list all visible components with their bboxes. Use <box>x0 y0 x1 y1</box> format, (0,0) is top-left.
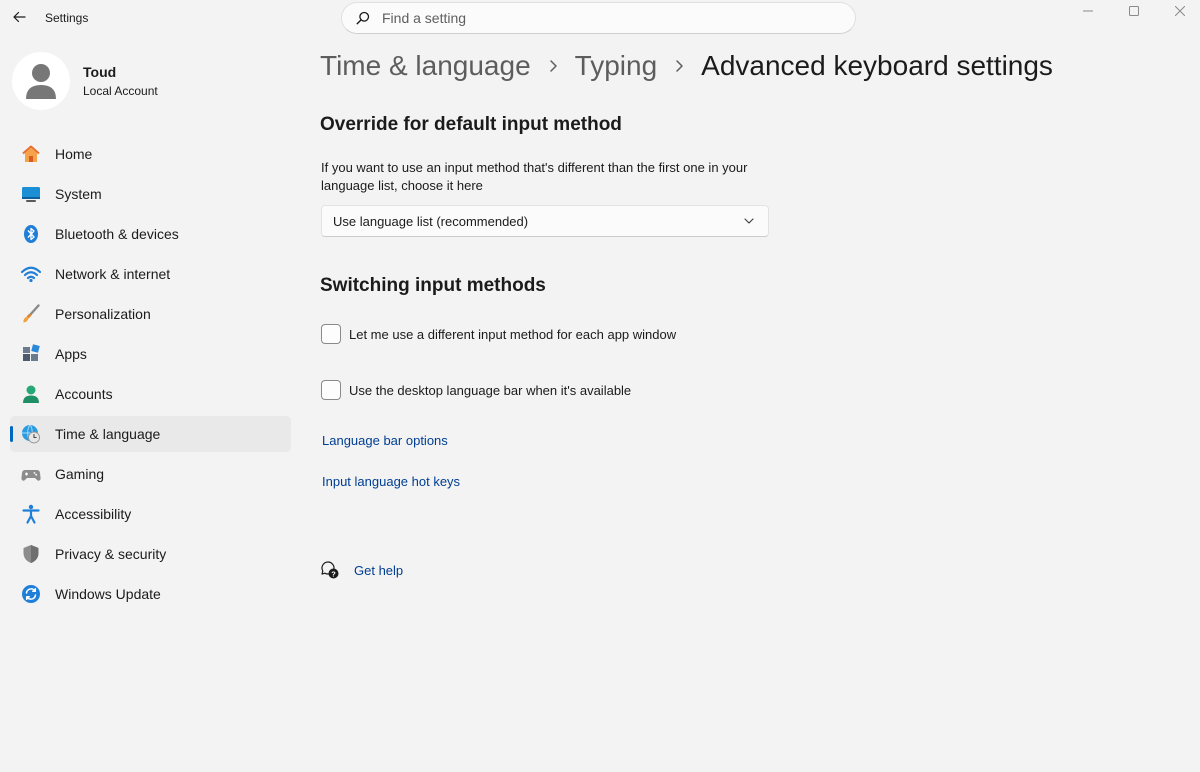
sidebar-item-home[interactable]: Home <box>10 136 291 172</box>
sidebar-item-label: Bluetooth & devices <box>55 226 179 242</box>
sidebar-item-personalization[interactable]: Personalization <box>10 296 291 332</box>
accessibility-icon <box>21 504 41 524</box>
bluetooth-icon <box>21 224 41 244</box>
input-language-hot-keys-link[interactable]: Input language hot keys <box>322 474 460 489</box>
sidebar-item-label: Network & internet <box>55 266 171 282</box>
sidebar-item-privacy[interactable]: Privacy & security <box>10 536 291 572</box>
search-input[interactable] <box>382 10 822 26</box>
sidebar-item-windows-update[interactable]: Windows Update <box>10 576 291 612</box>
title-bar: Settings <box>0 0 1200 36</box>
sidebar-item-label: System <box>55 186 102 202</box>
sidebar-item-label: Privacy & security <box>55 546 167 562</box>
search-box[interactable] <box>341 2 856 34</box>
breadcrumb-typing[interactable]: Typing <box>575 50 658 82</box>
profile-name: Toud <box>83 64 117 80</box>
avatar <box>12 52 70 110</box>
checkbox-label: Use the desktop language bar when it's a… <box>349 382 632 398</box>
profile-account-type: Local Account <box>83 84 158 98</box>
override-section-title: Override for default input method <box>320 114 622 135</box>
dropdown-value: Use language list (recommended) <box>333 213 529 229</box>
app-title: Settings <box>45 11 89 25</box>
sidebar-item-label: Windows Update <box>55 586 161 602</box>
apps-icon <box>21 344 41 364</box>
sidebar-item-network[interactable]: Network & internet <box>10 256 291 292</box>
sidebar-item-label: Personalization <box>55 306 151 322</box>
breadcrumb-time-language[interactable]: Time & language <box>320 50 531 82</box>
input-method-dropdown[interactable]: Use language list (recommended) <box>321 205 769 237</box>
chevron-right-icon <box>674 59 684 73</box>
update-icon <box>21 584 41 604</box>
minimize-icon <box>1083 10 1093 12</box>
time-language-icon <box>21 424 41 444</box>
sidebar-item-bluetooth[interactable]: Bluetooth & devices <box>10 216 291 252</box>
sidebar-item-label: Apps <box>55 346 87 362</box>
wifi-icon <box>21 264 41 284</box>
sidebar-item-accessibility[interactable]: Accessibility <box>10 496 291 532</box>
user-profile[interactable]: Toud Local Account <box>12 52 158 110</box>
sidebar-item-label: Accessibility <box>55 506 132 522</box>
gamepad-icon <box>21 464 41 484</box>
override-description: If you want to use an input method that'… <box>321 160 748 193</box>
sidebar-item-gaming[interactable]: Gaming <box>10 456 291 492</box>
sidebar-item-label: Time & language <box>55 426 161 442</box>
sidebar-item-label: Home <box>55 146 93 162</box>
maximize-button[interactable] <box>1111 0 1157 22</box>
home-icon <box>21 144 41 164</box>
desktop-language-bar-option[interactable]: Use the desktop language bar when it's a… <box>321 380 631 400</box>
search-icon <box>354 9 372 27</box>
minimize-button[interactable] <box>1065 0 1111 22</box>
close-button[interactable] <box>1157 0 1200 22</box>
help-icon: ? <box>320 560 340 580</box>
user-avatar-icon <box>26 64 56 99</box>
close-icon <box>1175 6 1185 16</box>
brush-icon <box>21 304 41 324</box>
get-help-link[interactable]: ? Get help <box>320 560 403 580</box>
sidebar-item-accounts[interactable]: Accounts <box>10 376 291 412</box>
desktop-language-bar-checkbox[interactable] <box>321 380 341 400</box>
sidebar-item-system[interactable]: System <box>10 176 291 212</box>
accounts-icon <box>21 384 41 404</box>
sidebar-item-label: Accounts <box>55 386 113 402</box>
per-app-input-method-checkbox[interactable] <box>321 324 341 344</box>
chevron-right-icon <box>548 59 558 73</box>
sidebar-nav: Home System Bluetooth & devices Network … <box>10 136 291 616</box>
get-help-label: Get help <box>354 562 404 578</box>
sidebar-item-label: Gaming <box>55 466 105 482</box>
svg-text:?: ? <box>331 569 336 578</box>
per-app-input-method-option[interactable]: Let me use a different input method for … <box>321 324 676 344</box>
maximize-icon <box>1129 6 1139 16</box>
sidebar-item-apps[interactable]: Apps <box>10 336 291 372</box>
chevron-down-icon <box>744 218 754 224</box>
sidebar-item-time-language[interactable]: Time & language <box>10 416 291 452</box>
switching-section-title: Switching input methods <box>320 275 546 296</box>
back-button[interactable] <box>8 6 30 28</box>
language-bar-options-link[interactable]: Language bar options <box>322 433 448 448</box>
back-arrow-icon <box>13 11 26 23</box>
checkbox-label: Let me use a different input method for … <box>349 326 677 342</box>
breadcrumb: Time & language Typing Advanced keyboard… <box>320 50 1053 82</box>
shield-icon <box>21 544 41 564</box>
page-title: Advanced keyboard settings <box>701 50 1053 81</box>
system-icon <box>21 184 41 204</box>
